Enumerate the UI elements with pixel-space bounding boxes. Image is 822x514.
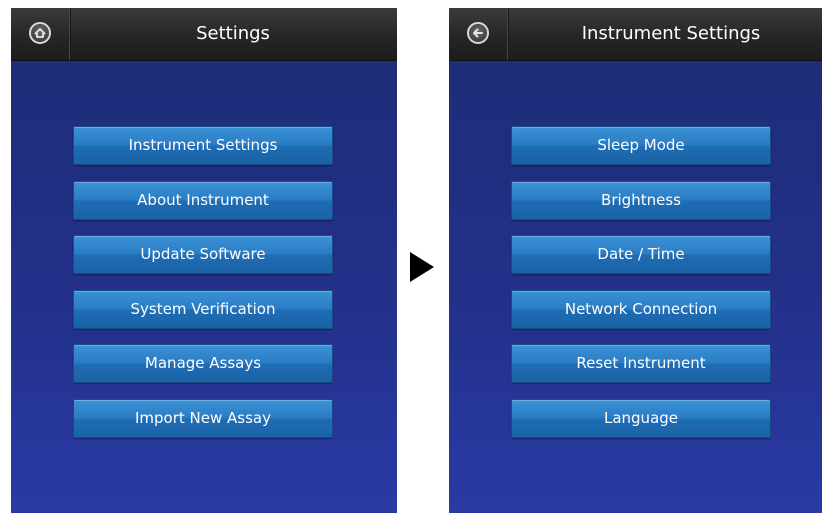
home-icon (34, 28, 46, 38)
import-new-assay-button[interactable]: Import New Assay (73, 398, 333, 438)
instrument-settings-menu: Sleep Mode Brightness Date / Time Networ… (511, 126, 771, 453)
network-connection-button[interactable]: Network Connection (511, 289, 771, 329)
settings-menu: Instrument Settings About Instrument Upd… (73, 126, 333, 453)
page-title: Settings (196, 23, 270, 44)
date-time-button[interactable]: Date / Time (511, 235, 771, 274)
home-button[interactable] (29, 22, 51, 44)
header-bar: Instrument Settings (449, 8, 822, 61)
instrument-settings-screen: Instrument Settings Sleep Mode Brightnes… (449, 8, 822, 513)
header-bar: Settings (11, 8, 397, 61)
settings-screen: Settings Instrument Settings About Instr… (11, 8, 397, 513)
back-button[interactable] (467, 22, 489, 44)
home-button-cell (11, 8, 70, 60)
reset-instrument-button[interactable]: Reset Instrument (511, 344, 771, 383)
back-button-cell (449, 8, 508, 60)
play-arrow-icon (410, 252, 434, 282)
back-arrow-icon (473, 28, 483, 38)
brightness-button[interactable]: Brightness (511, 180, 771, 220)
language-button[interactable]: Language (511, 398, 771, 438)
page-title: Instrument Settings (581, 23, 761, 44)
sleep-mode-button[interactable]: Sleep Mode (511, 126, 771, 165)
instrument-settings-button[interactable]: Instrument Settings (73, 126, 333, 165)
system-verification-button[interactable]: System Verification (73, 289, 333, 329)
update-software-button[interactable]: Update Software (73, 235, 333, 274)
about-instrument-button[interactable]: About Instrument (73, 180, 333, 220)
manage-assays-button[interactable]: Manage Assays (73, 344, 333, 383)
